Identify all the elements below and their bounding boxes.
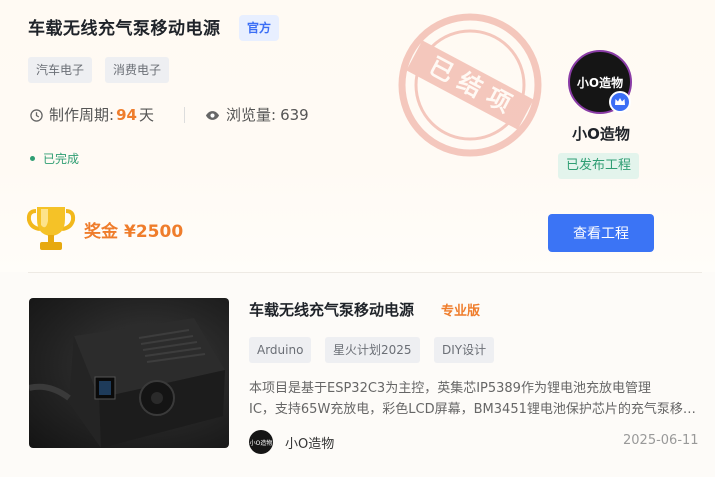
status-text: 已完成 [43,152,80,166]
list-item-description: 本项目是基于ESP32C3为主控，英集芯IP5389作为锂电池充放电管理 IC，… [249,378,701,420]
official-badge: 官方 [239,15,280,41]
view-project-button[interactable]: 查看工程 [548,214,654,252]
list-author-name[interactable]: 小O造物 [285,433,334,452]
list-item-title[interactable]: 车载无线充气泵移动电源 [249,299,414,320]
project-thumbnail[interactable] [29,298,229,448]
author-name[interactable]: 小O造物 [551,123,651,144]
reward: 奖金 ¥2500 [84,217,183,242]
trophy-icon [26,207,76,250]
cycle-value: 94 [116,106,137,124]
cycle-unit: 天 [138,106,154,124]
project-title[interactable]: 车载无线充气泵移动电源 [28,14,221,39]
list-author-avatar[interactable]: 小O造物 [249,430,273,454]
tag-auto-electronics[interactable]: 汽车电子 [28,57,93,83]
completed-stamp: 已 结 项 [398,13,542,157]
cycle-label: 制作周期: [49,106,115,124]
reward-label: 奖金 [84,222,118,242]
published-badge: 已发布工程 [558,153,640,179]
device-image [29,318,225,448]
view-count: 浏览量: 639 [205,104,309,126]
tag-arduino[interactable]: Arduino [249,337,312,363]
tag-consumer-electronics[interactable]: 消费电子 [105,57,170,83]
clock-icon [30,108,43,122]
meta-divider [184,107,185,123]
tag-spark-plan[interactable]: 星火计划2025 [325,337,420,363]
section-divider [28,272,702,273]
publish-date: 2025-06-11 [623,433,699,448]
description-line-1: 本项目是基于ESP32C3为主控，英集芯IP5389作为锂电池充放电管理 [249,381,651,396]
pro-edition-badge: 专业版 [441,304,481,319]
tag-diy-design[interactable]: DIY设计 [434,337,495,363]
production-cycle: 制作周期: 94 天 [30,104,154,126]
eye-icon [205,110,220,120]
crown-icon [609,91,631,113]
reward-value: ¥2500 [124,222,184,242]
description-line-2: IC，支持65W充放电，彩色LCD屏幕，BM3451锂电池保护芯片的充气泵移动电… [249,402,701,417]
status-dot [30,156,35,161]
status-badge: 已完成 [30,150,79,167]
views-label: 浏览量: [226,106,277,124]
views-value: 639 [280,106,309,124]
